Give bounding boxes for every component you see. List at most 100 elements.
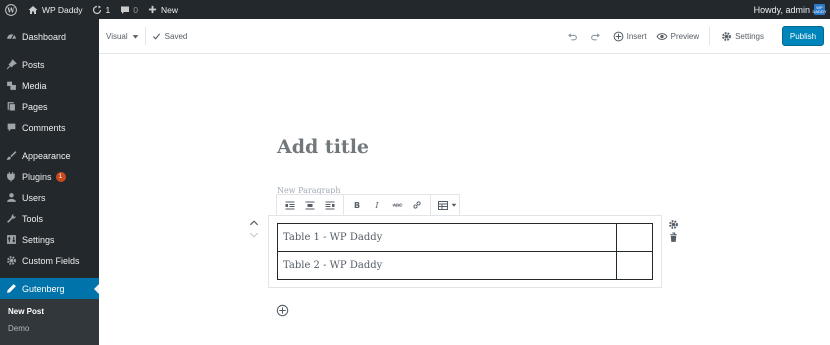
chevron-up-icon [249,220,259,226]
checkmark-icon [152,32,160,40]
sidebar-item-appearance[interactable]: Appearance [0,145,99,166]
wrench-icon [6,213,17,224]
redo-button[interactable] [590,31,604,42]
preview-label: Preview [670,31,700,41]
plus-icon [148,5,157,14]
post-title-input[interactable]: Add title [277,136,369,158]
admin-bar: W WP Daddy 1 0 New Howdy, admin WP DADDY [0,0,830,19]
table-cell[interactable]: Table 1 - WP Daddy [277,223,617,252]
table-row: Table 1 - WP Daddy [277,223,653,252]
settings-button[interactable]: Settings [721,31,764,42]
link-button[interactable] [407,195,427,215]
table-cell[interactable] [616,223,653,252]
editor-mode-dropdown[interactable]: Visual [106,32,139,41]
align-center-button[interactable] [300,195,320,215]
move-down-button[interactable] [248,230,260,242]
sidebar-item-users[interactable]: Users [0,187,99,208]
sidebar-item-label: Gutenberg [22,283,65,294]
wordpress-logo-icon[interactable]: W [0,0,23,19]
pin-icon [6,59,17,70]
delete-block-button[interactable] [668,232,679,245]
new-label: New [160,4,178,15]
align-right-button[interactable] [320,195,340,215]
account-menu[interactable]: Howdy, admin WP DADDY [754,4,830,15]
sidebar-item-label: Users [22,192,46,203]
publish-button[interactable]: Publish [782,26,824,46]
sidebar-item-plugins[interactable]: Plugins 1 [0,166,99,187]
gear-icon [669,220,678,229]
sidebar-item-label: Plugins [22,171,52,182]
sidebar-item-media[interactable]: Media [0,75,99,96]
undo-icon [567,32,577,40]
block-side-tools [668,219,679,245]
sidebar-item-tools[interactable]: Tools [0,208,99,229]
submenu-item-demo[interactable]: Demo [8,324,29,333]
updates-count: 1 [105,4,111,15]
sidebar-item-comments[interactable]: Comments [0,117,99,138]
undo-button[interactable] [567,31,581,42]
updates-link[interactable]: 1 [87,0,115,19]
sidebar-item-label: Pages [22,101,48,112]
trash-icon [670,232,677,242]
table-icon [437,200,448,210]
sidebar-item-custom-fields[interactable]: Custom Fields [0,250,99,271]
sidebar-item-dashboard[interactable]: Dashboard [0,26,99,47]
align-right-icon [325,201,335,209]
preview-button[interactable]: Preview [656,31,699,42]
block-mover [248,218,260,242]
plugins-update-badge: 1 [55,171,66,182]
insert-label: Insert [626,31,647,41]
block-toolbar: B I ABC [276,194,460,216]
sidebar-item-pages[interactable]: Pages [0,96,99,117]
site-name-link[interactable]: WP Daddy [23,0,87,19]
gutenberg-submenu: New Post Demo [0,299,99,345]
eye-icon [656,32,668,40]
brush-icon [6,150,17,161]
italic-button[interactable]: I [367,195,387,215]
sidebar-item-label: Dashboard [22,31,67,42]
comment-icon [6,122,17,133]
move-up-button[interactable] [248,218,260,230]
sidebar-item-label: Appearance [22,150,71,161]
plus-circle-icon [276,304,289,317]
svg-text:B: B [354,201,360,210]
media-icon [6,80,17,91]
sidebar-item-posts[interactable]: Posts [0,54,99,75]
align-left-icon [285,201,295,209]
sidebar-item-label: Custom Fields [22,255,80,266]
sidebar-item-gutenberg[interactable]: Gutenberg [0,278,99,299]
sidebar-item-label: Posts [22,59,45,70]
caret-down-icon [132,34,138,39]
svg-text:W: W [6,6,15,14]
new-content-link[interactable]: New [143,0,183,19]
home-icon [28,5,38,14]
sidebar-item-settings[interactable]: Settings [0,229,99,250]
strikethrough-button[interactable]: ABC [387,195,407,215]
table-cell[interactable] [616,251,653,280]
editor-header: Visual Saved Insert Preview Settings Pub… [99,19,830,54]
editor-mode-label: Visual [106,31,128,41]
bold-button[interactable]: B [347,195,367,215]
plugin-icon [6,171,17,182]
submenu-item-new-post[interactable]: New Post [8,307,44,316]
bold-icon: B [354,201,360,210]
svg-text:ABC: ABC [392,203,401,209]
sidebar-item-label: Tools [22,213,44,224]
site-name: WP Daddy [42,4,83,15]
add-block-button[interactable] [276,304,289,319]
chevron-down-icon [249,232,259,238]
divider [144,27,146,45]
comments-link[interactable]: 0 [115,0,143,19]
block-settings-button[interactable] [668,219,679,232]
insert-button[interactable]: Insert [613,31,647,42]
refresh-icon [93,5,102,14]
data-table: Table 1 - WP Daddy Table 2 - WP Daddy [277,223,653,280]
save-status: Saved [164,31,188,41]
pages-icon [6,101,17,112]
plus-circle-icon [613,31,624,41]
settings-icon [6,234,17,245]
admin-sidebar: Dashboard Posts Media Pages Comments App… [0,19,99,345]
table-cell[interactable]: Table 2 - WP Daddy [277,251,617,280]
table-edit-dropdown[interactable] [434,195,460,215]
align-left-button[interactable] [280,195,300,215]
